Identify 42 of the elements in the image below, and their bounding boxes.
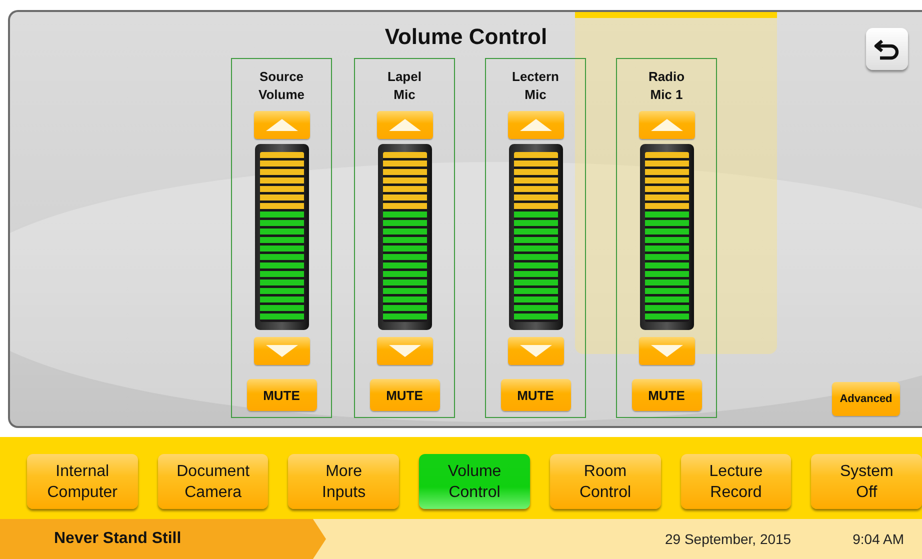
mute-button[interactable]: MUTE (246, 379, 316, 411)
up-arrow-icon (264, 118, 298, 132)
nav-tab[interactable]: Document Camera (158, 454, 268, 509)
down-arrow-icon (264, 344, 298, 358)
nav-tab[interactable]: More Inputs (288, 454, 400, 509)
up-arrow-icon (388, 118, 422, 132)
nav-tab[interactable]: Room Control (550, 454, 661, 509)
channel-label: Lapel Mic (388, 68, 422, 104)
down-arrow-icon (650, 344, 684, 358)
volume-up-button[interactable] (376, 111, 432, 139)
level-meter[interactable] (640, 144, 694, 330)
volume-down-button[interactable] (508, 337, 564, 365)
down-arrow-icon (388, 344, 422, 358)
date-label: 29 September, 2015 (665, 531, 792, 547)
up-arrow-icon (518, 118, 552, 132)
down-arrow-icon (518, 344, 552, 358)
volume-down-button[interactable] (638, 337, 694, 365)
mute-button[interactable]: MUTE (632, 379, 702, 411)
volume-up-button[interactable] (638, 111, 694, 139)
channel-label: Radio Mic 1 (648, 68, 685, 104)
channel-label: Source Volume (258, 68, 304, 104)
volume-up-button[interactable] (254, 111, 310, 139)
advanced-button[interactable]: Advanced (832, 382, 900, 416)
nav-tab[interactable]: Volume Control (419, 454, 530, 509)
mute-button[interactable]: MUTE (500, 379, 570, 411)
level-meter[interactable] (254, 144, 308, 330)
channel-label: Lectern Mic (512, 68, 559, 104)
nav-tab[interactable]: Internal Computer (27, 454, 138, 509)
back-icon (874, 37, 900, 61)
nav-tab[interactable]: Lecture Record (680, 454, 792, 509)
volume-up-button[interactable] (508, 111, 564, 139)
volume-down-button[interactable] (254, 337, 310, 365)
time-label: 9:04 AM (852, 531, 904, 547)
nav-tab[interactable]: System Off (811, 454, 922, 509)
mute-button[interactable]: MUTE (370, 379, 440, 411)
slogan: Never Stand Still (54, 530, 182, 548)
page-title: Volume Control (384, 24, 548, 51)
up-arrow-icon (650, 118, 684, 132)
level-meter[interactable] (508, 144, 562, 330)
level-meter[interactable] (378, 144, 432, 330)
back-button[interactable] (866, 28, 908, 70)
volume-down-button[interactable] (376, 337, 432, 365)
